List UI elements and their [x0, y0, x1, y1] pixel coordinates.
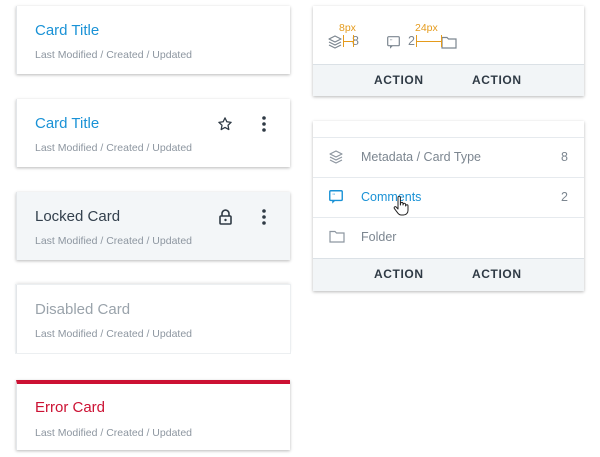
list-item-count: 8 [561, 150, 568, 164]
card-actions: ACTION ACTION [313, 64, 584, 96]
card-title[interactable]: Card Title [35, 22, 99, 39]
layers-icon [329, 150, 343, 169]
list-item-label: Folder [361, 230, 397, 244]
spacing-annotation-large: 24px [415, 22, 438, 34]
list-item-label[interactable]: Comments [361, 190, 421, 204]
list-item-folder[interactable]: Folder [313, 218, 584, 258]
folder-icon [329, 230, 345, 248]
comments-count: 2 [408, 34, 415, 48]
more-vertical-icon[interactable] [257, 114, 271, 134]
card-compact-metadata[interactable]: 8 " 2 8px 24px ACTION ACTION [313, 6, 584, 96]
card-title[interactable]: Error Card [35, 399, 105, 416]
card-title: Locked Card [35, 208, 121, 225]
card-list: Metadata / Card Type 8 " Comments 2 Fold… [313, 121, 584, 291]
action-button[interactable]: ACTION [472, 267, 522, 281]
list-item-comments[interactable]: " Comments 2 [313, 178, 584, 218]
card-meta: Last Modified / Created / Updated [35, 49, 193, 61]
action-button[interactable]: ACTION [374, 73, 424, 87]
card-meta: Last Modified / Created / Updated [35, 235, 193, 247]
spacing-marker-large [416, 35, 442, 47]
card-error[interactable]: Error Card Last Modified / Created / Upd… [16, 380, 290, 450]
more-vertical-icon[interactable] [257, 207, 271, 227]
card-meta: Last Modified / Created / Updated [35, 142, 193, 154]
star-icon[interactable] [216, 115, 234, 133]
card-title[interactable]: Card Title [35, 115, 99, 132]
card-meta: Last Modified / Created / Updated [35, 427, 193, 439]
spacing-marker-small [343, 35, 354, 47]
card-basic[interactable]: Card Title Last Modified / Created / Upd… [16, 6, 290, 74]
comment-icon: " [387, 36, 400, 54]
action-button[interactable]: ACTION [472, 73, 522, 87]
card-title: Disabled Card [35, 301, 131, 318]
list-item-count: 2 [561, 190, 568, 204]
spacing-annotation-small: 8px [339, 22, 356, 34]
card-actions: ACTION ACTION [313, 258, 584, 291]
list-item-label: Metadata / Card Type [361, 150, 481, 164]
card-locked[interactable]: Locked Card Last Modified / Created / Up… [16, 192, 290, 260]
svg-text:": " [333, 193, 336, 200]
lock-icon [217, 208, 233, 226]
layers-icon [328, 35, 342, 54]
comment-icon: " [329, 190, 343, 209]
action-button[interactable]: ACTION [374, 267, 424, 281]
list-item-metadata[interactable]: Metadata / Card Type 8 [313, 138, 584, 178]
card-with-actions[interactable]: Card Title Last Modified / Created / Upd… [16, 99, 290, 167]
card-disabled: Disabled Card Last Modified / Created / … [16, 285, 290, 353]
card-meta: Last Modified / Created / Updated [35, 328, 193, 340]
svg-text:": " [390, 40, 392, 46]
folder-icon [441, 36, 457, 54]
